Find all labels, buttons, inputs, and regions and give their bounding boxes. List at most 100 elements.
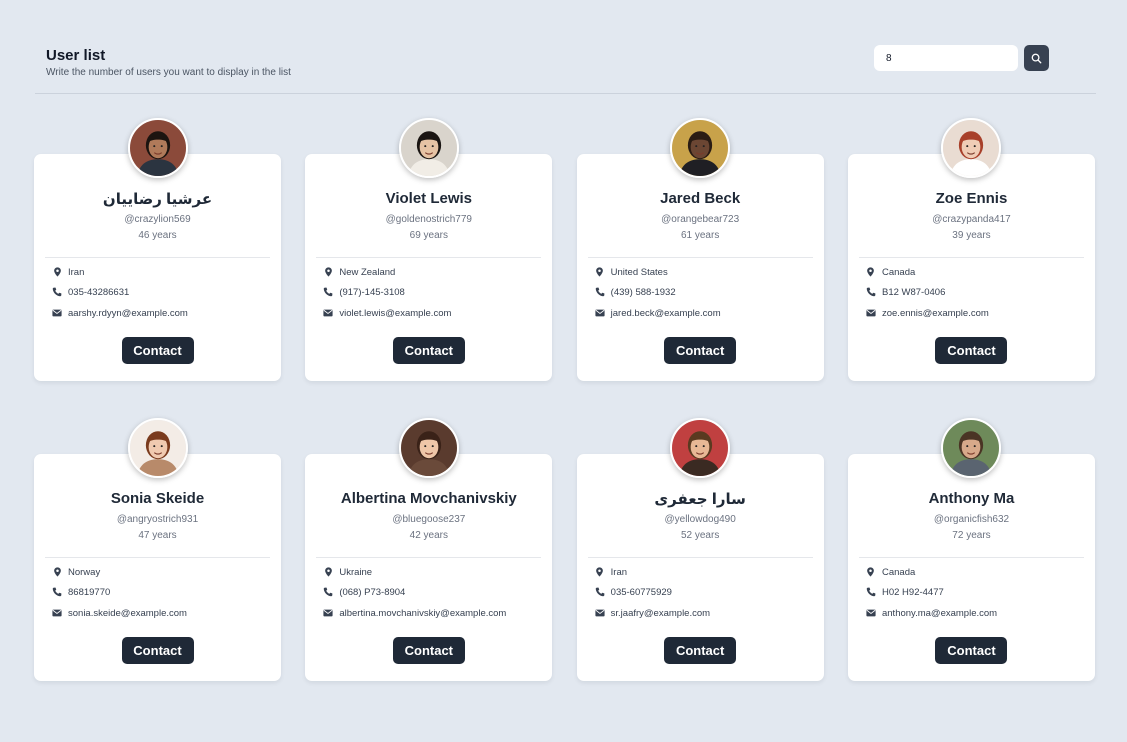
map-pin-icon bbox=[323, 567, 333, 577]
divider bbox=[587, 557, 813, 558]
user-card: Zoe Ennis @crazypanda417 39 years Canada… bbox=[847, 117, 1095, 381]
mail-icon bbox=[866, 608, 876, 618]
avatar bbox=[670, 118, 731, 178]
contact-button[interactable]: Contact bbox=[664, 337, 737, 364]
divider bbox=[858, 257, 1084, 258]
contact-button[interactable]: Contact bbox=[392, 637, 465, 664]
phone-icon bbox=[595, 587, 605, 597]
user-location: Norway bbox=[52, 565, 273, 579]
phone-icon bbox=[866, 287, 876, 297]
contact-button[interactable]: Contact bbox=[121, 637, 194, 664]
search-icon bbox=[1031, 53, 1042, 63]
page-title: User list bbox=[46, 47, 106, 64]
user-age: 52 years bbox=[680, 530, 720, 541]
page-subtitle: Write the number of users you want to di… bbox=[46, 67, 291, 78]
user-age: 46 years bbox=[138, 230, 177, 241]
user-card-body: Anthony Ma @organicfish632 72 years Cana… bbox=[847, 454, 1095, 681]
user-name: Violet Lewis bbox=[385, 190, 473, 207]
location-text: Ukraine bbox=[339, 566, 373, 578]
user-name: Anthony Ma bbox=[928, 490, 1015, 507]
location-text: Canada bbox=[881, 266, 916, 278]
user-name: عرشيا رضاييان bbox=[102, 191, 213, 208]
email-text: anthony.ma@example.com bbox=[881, 607, 998, 619]
user-age: 47 years bbox=[138, 530, 177, 541]
location-text: Iran bbox=[68, 266, 85, 278]
location-text: Canada bbox=[881, 566, 916, 578]
user-phone: 035-60775929 bbox=[595, 585, 816, 599]
mail-icon bbox=[323, 308, 333, 318]
map-pin-icon bbox=[52, 567, 62, 577]
location-text: United States bbox=[610, 266, 668, 278]
phone-text: (917)-145-3108 bbox=[339, 286, 405, 298]
user-card-body: Violet Lewis @goldenostrich779 69 years … bbox=[305, 154, 553, 381]
mail-icon bbox=[595, 608, 605, 618]
user-name: Sonia Skeide bbox=[110, 490, 205, 507]
divider bbox=[45, 557, 270, 558]
user-name: Jared Beck bbox=[660, 190, 741, 207]
avatar bbox=[398, 418, 459, 478]
contact-button[interactable]: Contact bbox=[935, 637, 1008, 664]
contact-button[interactable]: Contact bbox=[935, 337, 1008, 364]
divider bbox=[587, 257, 813, 258]
user-age: 42 years bbox=[409, 530, 448, 541]
phone-text: B12 W87-0406 bbox=[881, 286, 946, 298]
avatar bbox=[127, 418, 188, 478]
contact-button[interactable]: Contact bbox=[392, 337, 465, 364]
phone-text: (068) P73-8904 bbox=[339, 586, 406, 598]
location-text: New Zealand bbox=[339, 266, 396, 278]
user-email: anthony.ma@example.com bbox=[866, 606, 1087, 620]
user-email: zoe.ennis@example.com bbox=[866, 306, 1087, 320]
user-card: Sonia Skeide @angryostrich931 47 years N… bbox=[34, 417, 281, 681]
email-text: sr.jaafry@example.com bbox=[610, 607, 711, 619]
user-email: albertina.movchanivskiy@example.com bbox=[323, 606, 544, 620]
user-phone: H02 H92-4477 bbox=[866, 585, 1087, 599]
phone-text: 035-60775929 bbox=[610, 586, 672, 598]
user-card-body: Sonia Skeide @angryostrich931 47 years N… bbox=[34, 454, 281, 681]
phone-icon bbox=[52, 587, 62, 597]
contact-button[interactable]: Contact bbox=[121, 337, 194, 364]
user-location: Canada bbox=[866, 265, 1087, 279]
user-username: @goldenostrich779 bbox=[385, 214, 472, 225]
user-name: Zoe Ennis bbox=[935, 190, 1008, 207]
user-card-body: Jared Beck @orangebear723 61 years Unite… bbox=[576, 154, 824, 381]
user-location: Canada bbox=[866, 565, 1087, 579]
mail-icon bbox=[595, 308, 605, 318]
user-count-input[interactable] bbox=[874, 45, 1018, 71]
mail-icon bbox=[866, 308, 876, 318]
user-email: aarshy.rdyyn@example.com bbox=[52, 306, 273, 320]
phone-icon bbox=[595, 287, 605, 297]
phone-text: 86819770 bbox=[68, 586, 111, 598]
contact-button[interactable]: Contact bbox=[664, 637, 737, 664]
user-username: @organicfish632 bbox=[933, 514, 1010, 525]
phone-icon bbox=[323, 587, 333, 597]
user-location: New Zealand bbox=[323, 265, 544, 279]
user-email: sonia.skeide@example.com bbox=[52, 606, 273, 620]
search-button[interactable] bbox=[1024, 45, 1049, 71]
location-text: Norway bbox=[68, 566, 101, 578]
user-location: Iran bbox=[52, 265, 273, 279]
user-username: @yellowdog490 bbox=[664, 514, 736, 525]
email-text: aarshy.rdyyn@example.com bbox=[68, 307, 188, 319]
mail-icon bbox=[323, 608, 333, 618]
phone-icon bbox=[866, 587, 876, 597]
user-card: عرشيا رضاييان @crazylion569 46 years Ira… bbox=[34, 117, 281, 381]
user-location: United States bbox=[595, 265, 816, 279]
user-card: سارا جعفری @yellowdog490 52 years Iran 0… bbox=[576, 417, 824, 681]
map-pin-icon bbox=[595, 567, 605, 577]
avatar bbox=[670, 418, 731, 478]
mail-icon bbox=[52, 608, 62, 618]
user-card: Anthony Ma @organicfish632 72 years Cana… bbox=[847, 417, 1095, 681]
location-text: Iran bbox=[610, 566, 628, 578]
user-age: 39 years bbox=[952, 230, 991, 241]
email-text: albertina.movchanivskiy@example.com bbox=[339, 607, 507, 619]
user-card-body: Albertina Movchanivskiy @bluegoose237 42… bbox=[305, 454, 553, 681]
user-phone: (439) 588-1932 bbox=[595, 285, 816, 299]
phone-text: H02 H92-4477 bbox=[881, 586, 944, 598]
phone-icon bbox=[323, 287, 333, 297]
user-location: Iran bbox=[595, 565, 816, 579]
user-location: Ukraine bbox=[323, 565, 544, 579]
user-phone: 035-43286631 bbox=[52, 285, 273, 299]
phone-text: 035-43286631 bbox=[68, 286, 130, 298]
user-username: @crazylion569 bbox=[124, 214, 191, 225]
phone-text: (439) 588-1932 bbox=[610, 286, 676, 298]
